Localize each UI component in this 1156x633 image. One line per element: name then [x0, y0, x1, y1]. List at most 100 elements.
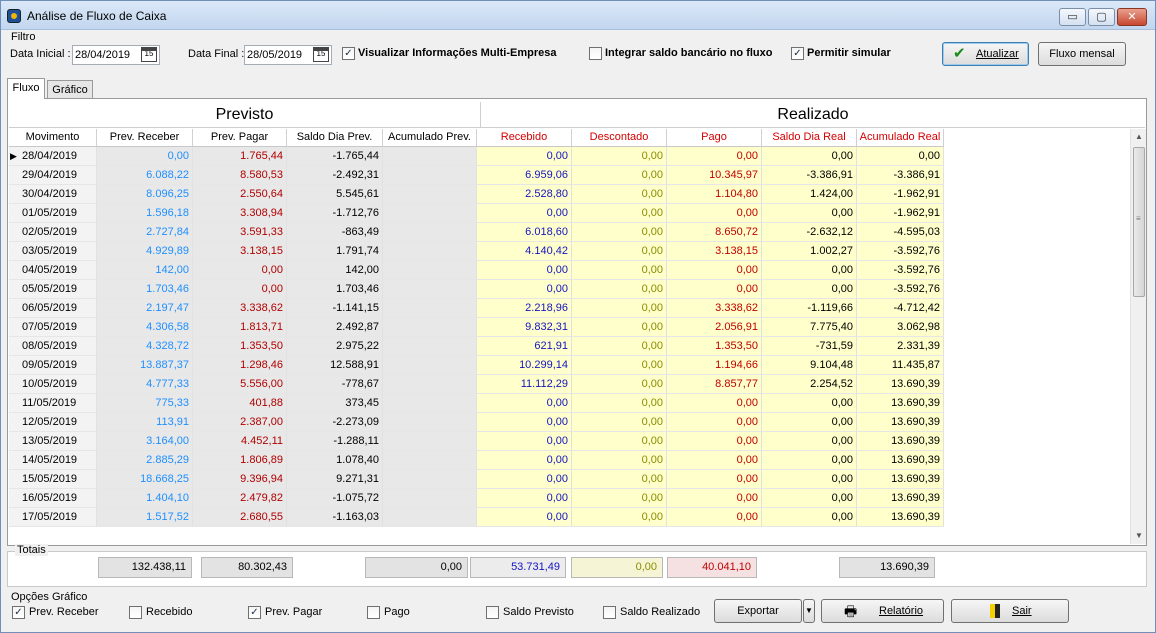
exportar-button[interactable]: Exportar [714, 599, 802, 623]
cell-saldo-dia-prev[interactable]: -1.712,76 [287, 204, 383, 223]
cell-saldo-dia-real[interactable]: 0,00 [762, 147, 857, 166]
cell-saldo-dia-real[interactable]: 0,00 [762, 261, 857, 280]
cell-prev-receber[interactable]: 1.703,46 [97, 280, 193, 299]
cell-acumulado-real[interactable]: 13.690,39 [857, 413, 944, 432]
cell-pago[interactable]: 0,00 [667, 280, 762, 299]
grid-vertical-scrollbar[interactable]: ▲ ≡ ▼ [1130, 129, 1146, 544]
cell-acumulado-real[interactable]: 13.690,39 [857, 470, 944, 489]
cell-recebido[interactable]: 621,91 [477, 337, 572, 356]
cell-saldo-dia-real[interactable]: 1.002,27 [762, 242, 857, 261]
cell-movimento[interactable]: 06/05/2019 [9, 299, 97, 318]
cell-descontado[interactable]: 0,00 [572, 375, 667, 394]
cell-recebido[interactable]: 0,00 [477, 394, 572, 413]
calendar-icon[interactable]: 15 [141, 47, 157, 62]
cell-saldo-dia-prev[interactable]: 2.492,87 [287, 318, 383, 337]
cell-prev-pagar[interactable]: 2.680,55 [193, 508, 287, 527]
cell-saldo-dia-real[interactable]: 7.775,40 [762, 318, 857, 337]
cell-movimento[interactable]: 17/05/2019 [9, 508, 97, 527]
cell-pago[interactable]: 0,00 [667, 489, 762, 508]
cell-prev-receber[interactable]: 2.727,84 [97, 223, 193, 242]
cell-movimento[interactable]: 12/05/2019 [9, 413, 97, 432]
sair-button[interactable]: Sair [951, 599, 1069, 623]
cell-recebido[interactable]: 6.959,06 [477, 166, 572, 185]
col-acumulado-prev[interactable]: Acumulado Prev. [383, 129, 477, 147]
cell-recebido[interactable]: 0,00 [477, 280, 572, 299]
cell-descontado[interactable]: 0,00 [572, 394, 667, 413]
cell-acumulado-real[interactable]: 13.690,39 [857, 375, 944, 394]
cell-saldo-dia-prev[interactable]: -2.273,09 [287, 413, 383, 432]
cell-acumulado-real[interactable]: 2.331,39 [857, 337, 944, 356]
cell-acumulado-real[interactable]: 13.690,39 [857, 432, 944, 451]
cell-pago[interactable]: 0,00 [667, 470, 762, 489]
cell-saldo-dia-real[interactable]: -1.119,66 [762, 299, 857, 318]
close-button[interactable]: ✕ [1117, 8, 1147, 26]
cell-saldo-dia-real[interactable]: 0,00 [762, 508, 857, 527]
cell-acumulado-real[interactable]: 13.690,39 [857, 508, 944, 527]
opt-prev-pagar-checkbox[interactable]: ✓ [248, 606, 261, 619]
cell-acumulado-prev[interactable] [383, 451, 477, 470]
scroll-thumb[interactable]: ≡ [1133, 147, 1145, 297]
cell-saldo-dia-real[interactable]: 0,00 [762, 432, 857, 451]
minimize-button[interactable]: ▭ [1059, 8, 1086, 26]
cell-pago[interactable]: 2.056,91 [667, 318, 762, 337]
cell-recebido[interactable]: 4.140,42 [477, 242, 572, 261]
cell-prev-receber[interactable]: 8.096,25 [97, 185, 193, 204]
cell-recebido[interactable]: 0,00 [477, 432, 572, 451]
cell-acumulado-real[interactable]: 0,00 [857, 147, 944, 166]
cell-saldo-dia-prev[interactable]: -1.141,15 [287, 299, 383, 318]
cell-descontado[interactable]: 0,00 [572, 185, 667, 204]
table-row[interactable]: 30/04/2019 8.096,25 2.550,64 5.545,61 2.528,… [9, 185, 944, 204]
cell-movimento[interactable]: 03/05/2019 [9, 242, 97, 261]
cell-prev-receber[interactable]: 3.164,00 [97, 432, 193, 451]
cell-saldo-dia-real[interactable]: 0,00 [762, 470, 857, 489]
calendar-icon[interactable]: 15 [313, 47, 329, 62]
opt-saldo-previsto-checkbox[interactable] [486, 606, 499, 619]
col-prev-pagar[interactable]: Prev. Pagar [193, 129, 287, 147]
cell-pago[interactable]: 0,00 [667, 451, 762, 470]
cell-saldo-dia-real[interactable]: 0,00 [762, 204, 857, 223]
cell-prev-pagar[interactable]: 3.338,62 [193, 299, 287, 318]
opt-pago-checkbox[interactable] [367, 606, 380, 619]
cell-movimento[interactable]: 10/05/2019 [9, 375, 97, 394]
cell-acumulado-prev[interactable] [383, 432, 477, 451]
cell-saldo-dia-prev[interactable]: -1.765,44 [287, 147, 383, 166]
cell-descontado[interactable]: 0,00 [572, 489, 667, 508]
cell-acumulado-prev[interactable] [383, 356, 477, 375]
cell-descontado[interactable]: 0,00 [572, 204, 667, 223]
cell-descontado[interactable]: 0,00 [572, 356, 667, 375]
date-start-field[interactable]: 28/04/2019 15 [72, 45, 160, 65]
table-row[interactable]: 11/05/2019 775,33 401,88 373,45 0,00 0,00 0,00… [9, 394, 944, 413]
opt-prev-receber-checkbox[interactable]: ✓ [12, 606, 25, 619]
cell-prev-receber[interactable]: 18.668,25 [97, 470, 193, 489]
cell-prev-receber[interactable]: 142,00 [97, 261, 193, 280]
cell-prev-pagar[interactable]: 2.479,82 [193, 489, 287, 508]
cell-acumulado-prev[interactable] [383, 223, 477, 242]
col-saldo-dia-real[interactable]: Saldo Dia Real [762, 129, 857, 147]
cell-movimento[interactable]: 09/05/2019 [9, 356, 97, 375]
cell-movimento[interactable]: 14/05/2019 [9, 451, 97, 470]
fluxo-mensal-button[interactable]: Fluxo mensal [1038, 42, 1126, 66]
cell-saldo-dia-real[interactable]: -731,59 [762, 337, 857, 356]
multi-empresa-checkbox[interactable]: ✓ [342, 47, 355, 60]
cell-movimento[interactable]: 28/04/2019 [9, 147, 97, 166]
cell-prev-pagar[interactable]: 1.765,44 [193, 147, 287, 166]
cell-descontado[interactable]: 0,00 [572, 508, 667, 527]
cell-recebido[interactable]: 0,00 [477, 204, 572, 223]
cell-recebido[interactable]: 0,00 [477, 470, 572, 489]
cell-acumulado-prev[interactable] [383, 375, 477, 394]
cell-saldo-dia-real[interactable]: 0,00 [762, 451, 857, 470]
opt-saldo-realizado-checkbox[interactable] [603, 606, 616, 619]
cell-descontado[interactable]: 0,00 [572, 432, 667, 451]
cell-acumulado-prev[interactable] [383, 204, 477, 223]
cell-movimento[interactable]: 01/05/2019 [9, 204, 97, 223]
cell-movimento[interactable]: 16/05/2019 [9, 489, 97, 508]
exportar-dropdown-button[interactable]: ▼ [803, 599, 815, 623]
table-row[interactable]: 29/04/2019 6.088,22 8.580,53 -2.492,31 6.959… [9, 166, 944, 185]
col-pago[interactable]: Pago [667, 129, 762, 147]
table-row[interactable]: 10/05/2019 4.777,33 5.556,00 -778,67 11.112,… [9, 375, 944, 394]
table-row[interactable]: 08/05/2019 4.328,72 1.353,50 2.975,22 621,91… [9, 337, 944, 356]
permitir-simular-checkbox[interactable]: ✓ [791, 47, 804, 60]
cell-pago[interactable]: 0,00 [667, 508, 762, 527]
cell-acumulado-real[interactable]: 13.690,39 [857, 451, 944, 470]
cell-pago[interactable]: 8.857,77 [667, 375, 762, 394]
